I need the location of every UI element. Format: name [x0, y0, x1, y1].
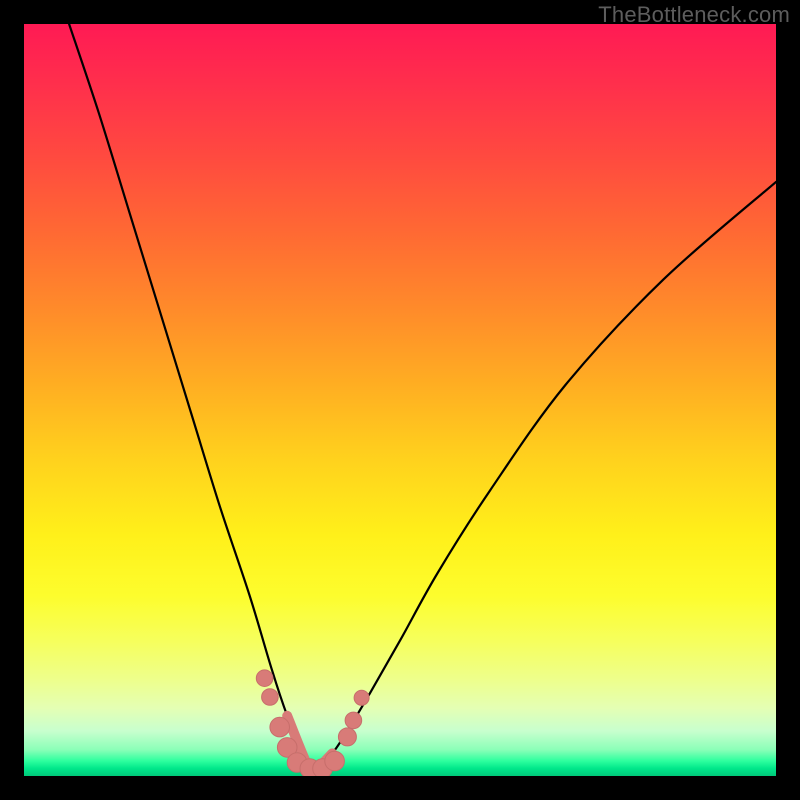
- marker-dot: [345, 712, 362, 729]
- marker-dot: [313, 759, 333, 776]
- marker-dot: [300, 759, 320, 776]
- marker-dot: [287, 753, 307, 773]
- chart-plot-area: [24, 24, 776, 776]
- marker-dot: [262, 689, 279, 706]
- marker-dot: [338, 728, 356, 746]
- marker-dot: [325, 751, 345, 771]
- marker-dot: [277, 738, 297, 758]
- chart-frame: TheBottleneck.com: [0, 0, 800, 800]
- bottleneck-curve: [69, 24, 776, 770]
- bottleneck-trough-stroke: [287, 716, 332, 771]
- highlight-markers: [256, 670, 369, 776]
- marker-dot: [270, 717, 290, 737]
- marker-dot: [354, 690, 369, 705]
- marker-dot: [256, 670, 273, 687]
- watermark-text: TheBottleneck.com: [598, 2, 790, 28]
- chart-svg: [24, 24, 776, 776]
